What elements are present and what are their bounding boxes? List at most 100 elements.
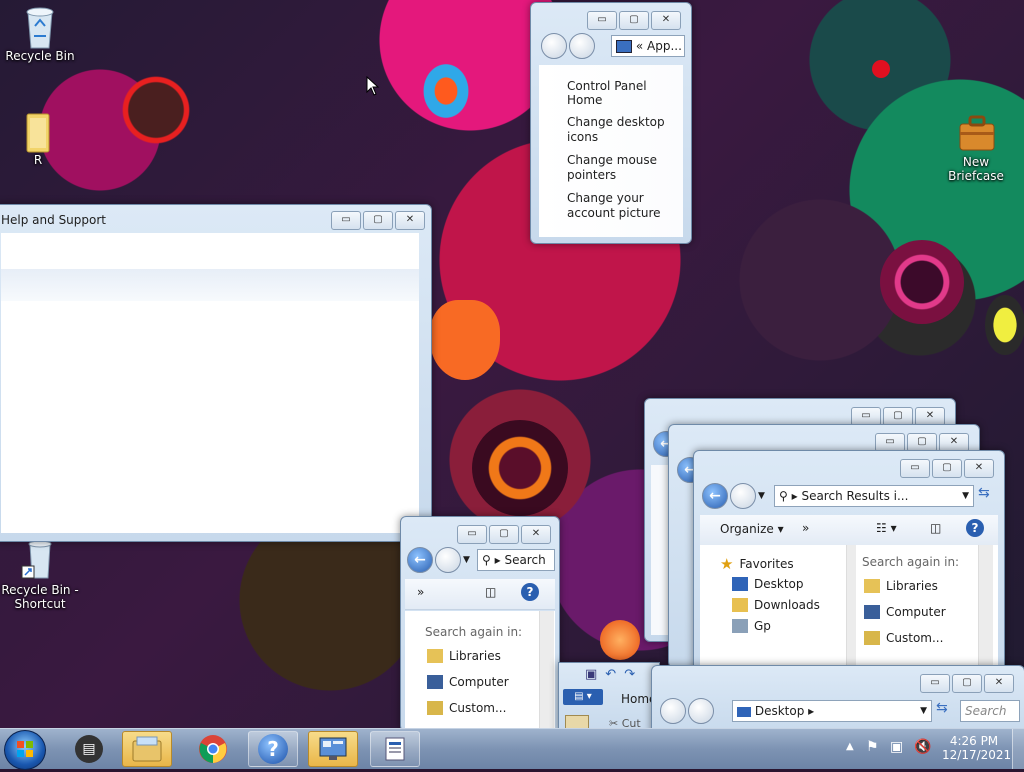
back-button[interactable]: ← — [407, 547, 433, 573]
forward-button[interactable] — [730, 483, 756, 509]
recent-pages-dropdown-icon[interactable]: ▼ — [758, 491, 765, 501]
change-mouse-pointers-link[interactable]: Change mouse pointers — [567, 153, 677, 183]
maximize-button[interactable]: ▢ — [619, 11, 649, 30]
views-icon[interactable]: ☷ ▾ — [876, 521, 897, 535]
search-window-small[interactable]: ▭ ▢ ✕ ← ▼ ⚲ ▸ Search » ◫ ? Search again … — [400, 516, 560, 732]
forward-button[interactable] — [569, 33, 595, 59]
organize-button[interactable]: Organize ▾ — [720, 522, 784, 536]
chrome-icon — [199, 735, 227, 763]
clock-time: 4:26 PM — [949, 734, 999, 748]
command-bar: Organize ▾ » ☷ ▾ ◫ ? — [700, 515, 998, 546]
minimize-button[interactable]: ▭ — [331, 211, 361, 230]
taskbar-control-panel-button[interactable] — [308, 731, 358, 767]
desktop-icon-new-briefcase[interactable]: New Briefcase — [934, 112, 1018, 183]
search-icon: ⚲ — [779, 489, 788, 503]
forward-button[interactable] — [688, 698, 714, 724]
volume-muted-icon[interactable]: 🔇 — [914, 739, 931, 755]
window-titlebar[interactable]: Help and Support ▭ ▢ ✕ — [0, 205, 431, 233]
more-commands-button[interactable]: » — [417, 585, 424, 599]
maximize-button[interactable]: ▢ — [952, 674, 982, 693]
recent-pages-dropdown-icon[interactable]: ▼ — [463, 555, 470, 565]
address-bar[interactable]: ⚲ ▸ Search Results i... ▼ — [774, 485, 974, 507]
address-bar[interactable]: Desktop ▸ ▼ — [732, 700, 932, 722]
libraries-icon — [864, 579, 880, 593]
nav-downloads[interactable]: Downloads — [732, 598, 820, 612]
save-icon[interactable]: ▣ — [585, 667, 597, 682]
back-button[interactable]: ← — [702, 483, 728, 509]
personalization-window[interactable]: ▭ ▢ ✕ « App... Control Panel Home Change… — [530, 2, 692, 244]
control-panel-icon — [319, 737, 347, 760]
breadcrumb-current[interactable]: Search Results i... — [801, 489, 908, 503]
breadcrumb-overflow[interactable]: « — [636, 39, 643, 53]
taskbar-explorer-button[interactable] — [122, 731, 172, 767]
custom-folder-icon — [864, 631, 880, 645]
maximize-button[interactable]: ▢ — [932, 459, 962, 478]
minimize-button[interactable]: ▭ — [900, 459, 930, 478]
breadcrumb-current[interactable]: Search — [504, 553, 545, 567]
desktop-icon-r[interactable]: R — [0, 110, 78, 167]
start-button[interactable] — [4, 730, 46, 770]
desktop-icon-label: R — [33, 153, 43, 167]
address-bar[interactable]: « App... — [611, 35, 685, 57]
wordpad-window[interactable]: ▣ ↶ ↷ ▤ ▾ Home ✂ Cut — [558, 662, 660, 734]
breadcrumb-current[interactable]: Desktop — [755, 704, 805, 718]
undo-icon[interactable]: ↶ — [605, 667, 616, 682]
close-button[interactable]: ✕ — [395, 211, 425, 230]
search-input[interactable]: Search — [960, 700, 1020, 722]
close-button[interactable]: ✕ — [521, 525, 551, 544]
address-bar[interactable]: ⚲ ▸ Search — [477, 549, 555, 571]
search-again-computer[interactable]: Computer — [864, 605, 946, 619]
close-button[interactable]: ✕ — [964, 459, 994, 478]
desktop-icon-recycle-bin-shortcut[interactable]: Recycle Bin - Shortcut — [0, 540, 80, 611]
close-button[interactable]: ✕ — [651, 11, 681, 30]
taskbar-chat-button[interactable]: ▤ — [64, 731, 114, 767]
show-desktop-button[interactable] — [1012, 729, 1024, 769]
results-scrollbar[interactable] — [539, 611, 554, 731]
taskbar-wordpad-button[interactable] — [370, 731, 420, 767]
help-search-band — [1, 269, 419, 301]
results-scrollbar[interactable] — [978, 545, 993, 675]
search-again-libraries[interactable]: Libraries — [427, 649, 501, 663]
search-results-window[interactable]: ▭ ▢ ✕ ← ▼ ⚲ ▸ Search Results i... ▼ ⇆ Or… — [693, 450, 1005, 682]
taskbar-chrome-button[interactable] — [188, 731, 238, 767]
wordpad-menu-button[interactable]: ▤ ▾ — [563, 689, 603, 705]
breadcrumb-current[interactable]: App... — [647, 39, 682, 53]
help-icon[interactable]: ? — [966, 519, 984, 537]
change-desktop-icons-link[interactable]: Change desktop icons — [567, 115, 683, 145]
taskbar-help-button[interactable]: ? — [248, 731, 298, 767]
minimize-button[interactable]: ▭ — [920, 674, 950, 693]
minimize-button[interactable]: ▭ — [457, 525, 487, 544]
refresh-icon[interactable]: ⇆ — [936, 700, 948, 716]
search-again-custom[interactable]: Custom... — [864, 631, 943, 645]
help-and-support-window[interactable]: Help and Support ▭ ▢ ✕ — [0, 204, 432, 542]
close-button[interactable]: ✕ — [984, 674, 1014, 693]
action-center-flag-icon[interactable]: ⚑ — [866, 739, 879, 755]
nav-desktop[interactable]: Desktop — [732, 577, 804, 591]
search-again-libraries[interactable]: Libraries — [864, 579, 938, 593]
forward-button[interactable] — [435, 547, 461, 573]
minimize-button[interactable]: ▭ — [587, 11, 617, 30]
address-dropdown-icon[interactable]: ▼ — [962, 486, 969, 506]
network-icon[interactable]: ▣ — [890, 739, 903, 755]
clock[interactable]: 4:26 PM 12/17/2021 — [942, 729, 1011, 769]
desktop-explorer-window[interactable]: ▭ ▢ ✕ Desktop ▸ ▼ ⇆ Search — [651, 665, 1024, 737]
back-button[interactable] — [541, 33, 567, 59]
redo-icon[interactable]: ↷ — [624, 667, 635, 682]
search-again-custom[interactable]: Custom... — [427, 701, 506, 715]
desktop-icon-recycle-bin[interactable]: Recycle Bin — [0, 6, 80, 63]
control-panel-home-link[interactable]: Control Panel Home — [567, 79, 683, 107]
maximize-button[interactable]: ▢ — [489, 525, 519, 544]
address-dropdown-icon[interactable]: ▼ — [920, 701, 927, 721]
nav-gp[interactable]: Gp — [732, 619, 771, 633]
back-button[interactable] — [660, 698, 686, 724]
preview-pane-icon[interactable]: ◫ — [485, 585, 496, 599]
nav-favorites[interactable]: ★ Favorites — [720, 555, 794, 573]
maximize-button[interactable]: ▢ — [363, 211, 393, 230]
search-again-computer[interactable]: Computer — [427, 675, 509, 689]
preview-pane-icon[interactable]: ◫ — [930, 521, 941, 535]
change-account-picture-link[interactable]: Change your account picture — [567, 191, 677, 221]
help-icon[interactable]: ? — [521, 583, 539, 601]
show-hidden-icons-button[interactable]: ▲ — [846, 741, 854, 752]
refresh-icon[interactable]: ⇆ — [978, 485, 998, 505]
more-commands-button[interactable]: » — [802, 521, 809, 535]
